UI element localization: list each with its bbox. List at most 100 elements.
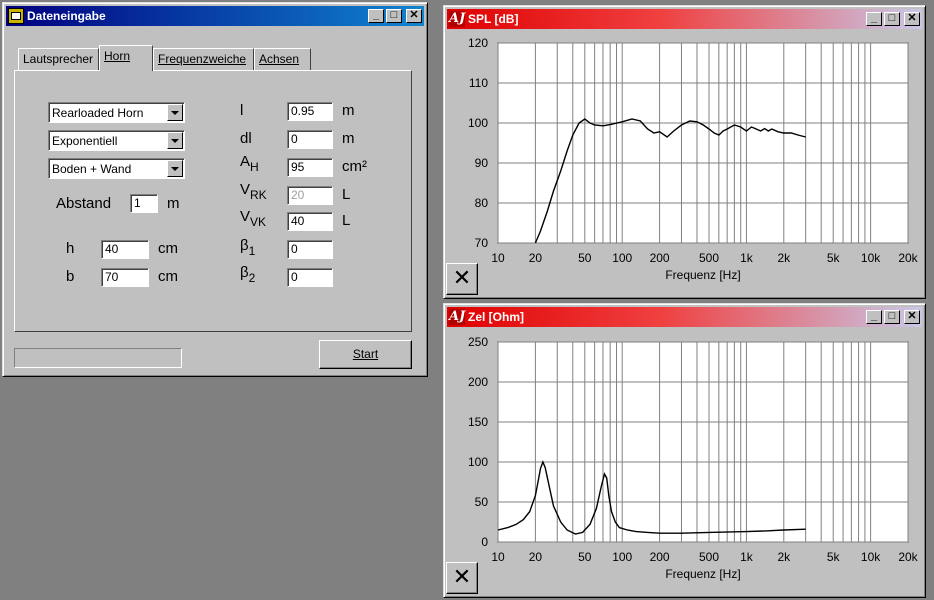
x-tick-label: 10: [491, 251, 505, 265]
param-vrk-symbol: VRK: [240, 181, 267, 202]
aj-logo-icon: AJ: [449, 309, 466, 325]
horn-type-value: Rearloaded Horn: [52, 106, 144, 120]
zel-close-chart-button[interactable]: ✕: [446, 562, 478, 594]
x-axis-label: Frequenz [Hz]: [665, 268, 740, 282]
spl-window-titlebar[interactable]: AJ SPL [dB] _ □ ✕: [447, 9, 922, 29]
y-tick-label: 90: [475, 156, 489, 170]
x-tick-label: 10k: [861, 251, 881, 265]
abstand-unit: m: [167, 195, 180, 212]
param-vvk-unit: L: [342, 212, 351, 229]
spl-close-chart-button[interactable]: ✕: [446, 263, 478, 295]
y-tick-label: 110: [469, 76, 488, 90]
maximize-button[interactable]: □: [884, 310, 900, 324]
x-tick-label: 5k: [827, 550, 841, 564]
param-beta2-input[interactable]: 0: [287, 268, 333, 287]
x-tick-label: 2k: [777, 550, 791, 564]
b-unit: cm: [158, 268, 178, 285]
b-label: b: [66, 268, 75, 285]
minimize-button[interactable]: _: [866, 310, 882, 324]
x-tick-label: 10k: [861, 550, 881, 564]
y-tick-label: 250: [468, 335, 488, 349]
maximize-button[interactable]: □: [386, 9, 402, 23]
zel-window-titlebar[interactable]: AJ Zel [Ohm] _ □ ✕: [447, 307, 922, 327]
horn-profile-select[interactable]: Exponentiell: [48, 130, 185, 151]
chevron-down-icon[interactable]: [167, 160, 183, 177]
param-beta2-symbol: β2: [240, 264, 256, 285]
horn-profile-value: Exponentiell: [52, 134, 118, 148]
input-window-titlebar[interactable]: Dateneingabe _ □ ✕: [6, 6, 424, 26]
param-beta1-input[interactable]: 0: [287, 240, 333, 259]
start-button[interactable]: Start: [319, 340, 412, 369]
start-button-label: Start: [352, 347, 379, 361]
y-tick-label: 120: [468, 36, 488, 50]
param-ah-unit: cm²: [342, 158, 367, 175]
y-tick-label: 70: [475, 236, 489, 250]
close-button[interactable]: ✕: [904, 310, 920, 324]
x-tick-label: 1k: [740, 550, 754, 564]
chevron-down-icon[interactable]: [167, 104, 183, 121]
tab-horn[interactable]: Horn: [99, 45, 153, 71]
minimize-button[interactable]: _: [368, 9, 384, 23]
param-vrk-unit: L: [342, 186, 351, 203]
x-tick-label: 500: [699, 550, 719, 564]
spl-window-title: SPL [dB]: [468, 12, 519, 26]
x-tick-label: 200: [650, 251, 670, 265]
x-tick-label: 100: [612, 251, 632, 265]
y-tick-label: 100: [468, 455, 488, 469]
x-tick-label: 20: [529, 251, 543, 265]
y-tick-label: 200: [468, 375, 488, 389]
minimize-button[interactable]: _: [866, 12, 882, 26]
x-tick-label: 50: [578, 550, 592, 564]
param-ah-input[interactable]: 95: [287, 158, 333, 177]
tab-lautsprecher[interactable]: Lautsprecher: [18, 48, 99, 70]
abstand-input[interactable]: 1: [130, 194, 158, 213]
x-tick-label: 10: [491, 550, 505, 564]
param-l-unit: m: [342, 102, 355, 119]
plot-area: [497, 341, 909, 543]
input-window-title: Dateneingabe: [27, 9, 106, 23]
x-tick-label: 2k: [777, 251, 791, 265]
b-input[interactable]: 70: [101, 268, 149, 287]
x-tick-label: 1k: [740, 251, 754, 265]
x-tick-label: 50: [578, 251, 592, 265]
x-tick-label: 200: [650, 550, 670, 564]
zel-chart: 0 50 100 150 200 250 10 20 50 100 200 500 1k 2k 5k 10k 2…: [468, 335, 919, 581]
maximize-button[interactable]: □: [884, 12, 900, 26]
tab-frequenzweiche[interactable]: Frequenzweiche: [153, 48, 254, 70]
chevron-down-icon[interactable]: [167, 132, 183, 149]
param-beta1-symbol: β1: [240, 237, 256, 258]
tab-frequenzweiche-label: Frequenzweiche: [158, 52, 247, 66]
x-tick-label: 100: [612, 550, 632, 564]
y-tick-label: 50: [475, 495, 489, 509]
tab-horn-label: Horn: [104, 49, 131, 63]
spl-chart: 70 80 90 100 110 120 10 20 50 100 200 500 1k 2k 5k 10k 2…: [468, 36, 919, 282]
zel-window-title: Zel [Ohm]: [468, 310, 524, 324]
x-tick-label: 500: [699, 251, 719, 265]
x-tick-label: 5k: [827, 251, 841, 265]
param-dl-input[interactable]: 0: [287, 130, 333, 149]
param-ah-symbol: AH: [240, 153, 259, 174]
param-dl-symbol: dl: [240, 130, 252, 147]
horn-type-select[interactable]: Rearloaded Horn: [48, 102, 185, 123]
close-button[interactable]: ✕: [904, 12, 920, 26]
placement-select[interactable]: Boden + Wand: [48, 158, 185, 179]
param-vvk-input[interactable]: 40: [287, 212, 333, 231]
aj-logo-icon: AJ: [449, 11, 466, 27]
h-label: h: [66, 240, 75, 257]
y-tick-label: 150: [468, 415, 488, 429]
x-tick-label: 20: [529, 550, 543, 564]
x-tick-label: 20k: [898, 550, 918, 564]
h-input[interactable]: 40: [101, 240, 149, 259]
tab-achsen-label: Achsen: [259, 52, 300, 66]
param-vvk-symbol: VVK: [240, 208, 267, 229]
x-tick-label: 20k: [898, 251, 918, 265]
param-l-symbol: l: [240, 102, 244, 119]
progress-bar: [14, 348, 182, 368]
close-button[interactable]: ✕: [406, 9, 422, 23]
plot-area: [497, 42, 909, 244]
x-axis-label: Frequenz [Hz]: [665, 567, 740, 581]
tab-achsen[interactable]: Achsen: [254, 48, 311, 70]
abstand-label: Abstand: [56, 195, 112, 212]
param-l-input[interactable]: 0.95: [287, 102, 333, 121]
y-tick-label: 0: [481, 535, 488, 549]
